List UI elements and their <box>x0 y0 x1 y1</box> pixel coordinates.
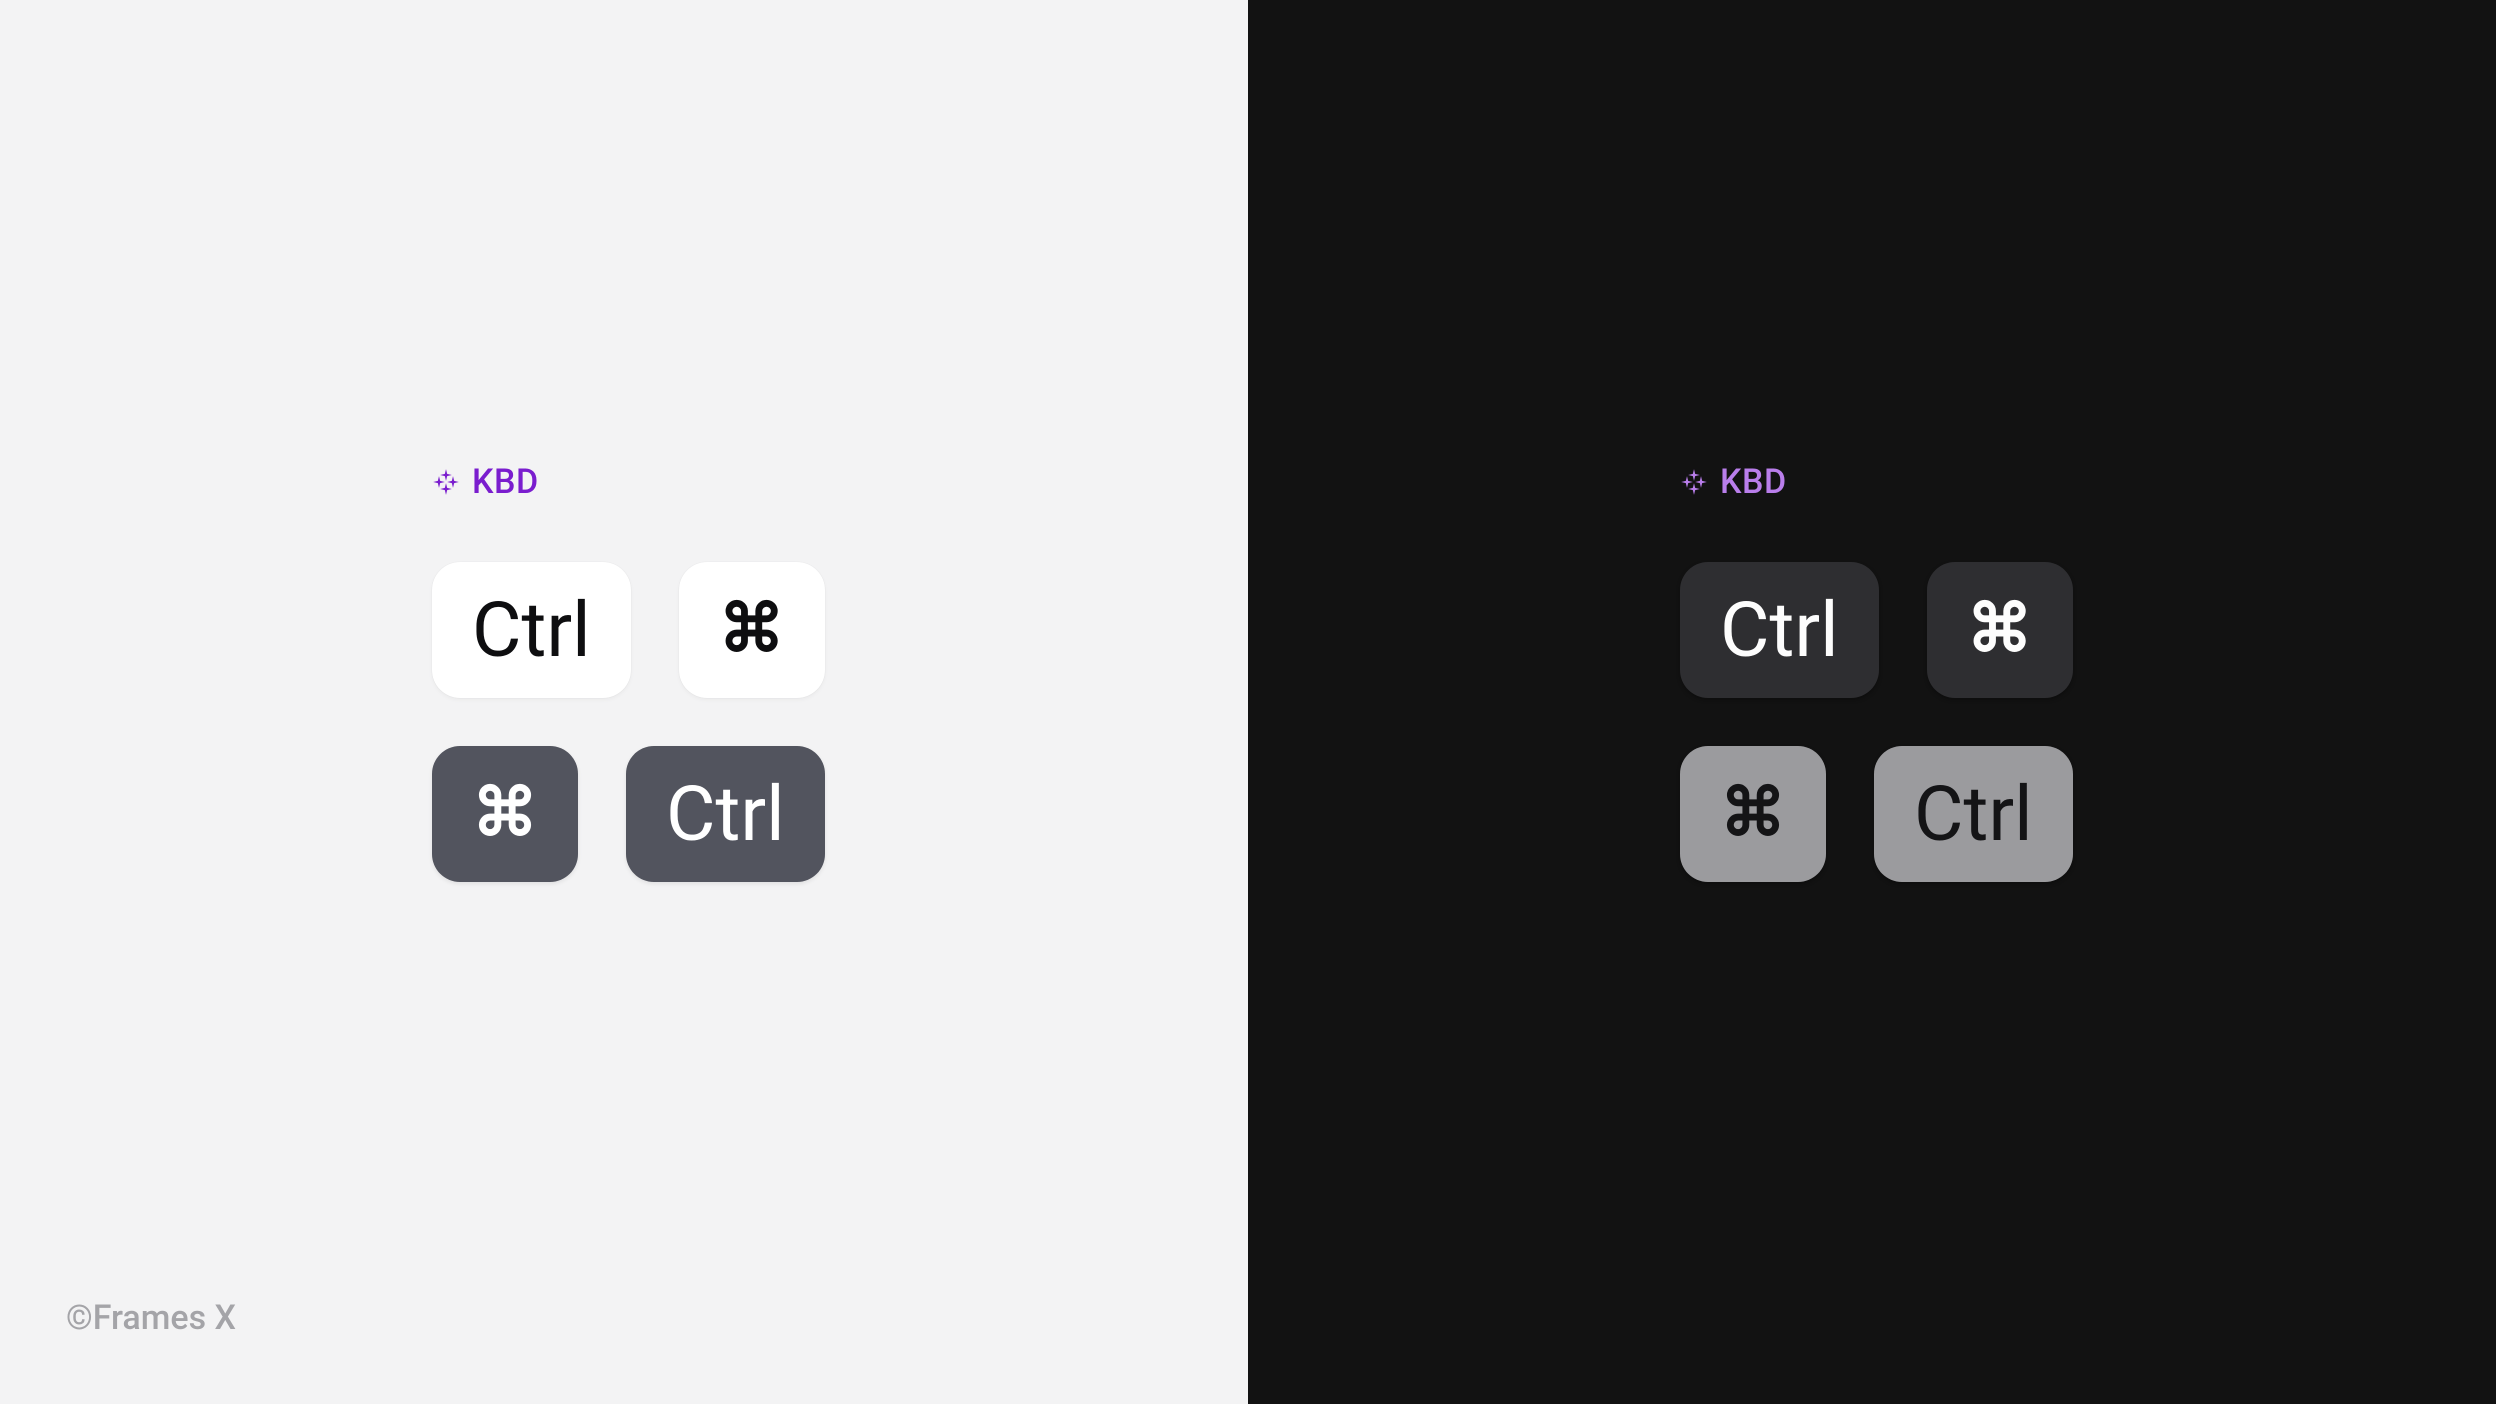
footer-credit: ©Frames X <box>66 1298 236 1338</box>
section-label-text: KBD <box>1720 462 1787 502</box>
section-label: KBD <box>1680 462 2073 502</box>
sparkle-icon <box>1680 468 1708 496</box>
kbd-row-1: Ctrl ⌘ <box>432 562 825 698</box>
kbd-cmd: ⌘ <box>432 746 578 882</box>
dark-panel: KBD Ctrl ⌘ ⌘ Ctrl <box>1248 0 2496 1404</box>
kbd-ctrl: Ctrl <box>1874 746 2073 882</box>
command-icon: ⌘ <box>1967 597 2033 663</box>
light-panel: KBD Ctrl ⌘ ⌘ Ctrl ©Frames X <box>0 0 1248 1404</box>
kbd-ctrl: Ctrl <box>626 746 825 882</box>
kbd-ctrl: Ctrl <box>1680 562 1879 698</box>
command-icon: ⌘ <box>472 781 538 847</box>
section-label: KBD <box>432 462 825 502</box>
command-icon: ⌘ <box>719 597 785 663</box>
kbd-cmd: ⌘ <box>1680 746 1826 882</box>
kbd-row-2: ⌘ Ctrl <box>432 746 825 882</box>
kbd-showcase-dark: KBD Ctrl ⌘ ⌘ Ctrl <box>1680 462 2073 882</box>
kbd-ctrl: Ctrl <box>432 562 631 698</box>
kbd-row-2: ⌘ Ctrl <box>1680 746 2073 882</box>
kbd-cmd: ⌘ <box>679 562 825 698</box>
command-icon: ⌘ <box>1720 781 1786 847</box>
kbd-showcase-light: KBD Ctrl ⌘ ⌘ Ctrl <box>432 462 825 882</box>
kbd-cmd: ⌘ <box>1927 562 2073 698</box>
kbd-row-1: Ctrl ⌘ <box>1680 562 2073 698</box>
section-label-text: KBD <box>472 462 539 502</box>
sparkle-icon <box>432 468 460 496</box>
